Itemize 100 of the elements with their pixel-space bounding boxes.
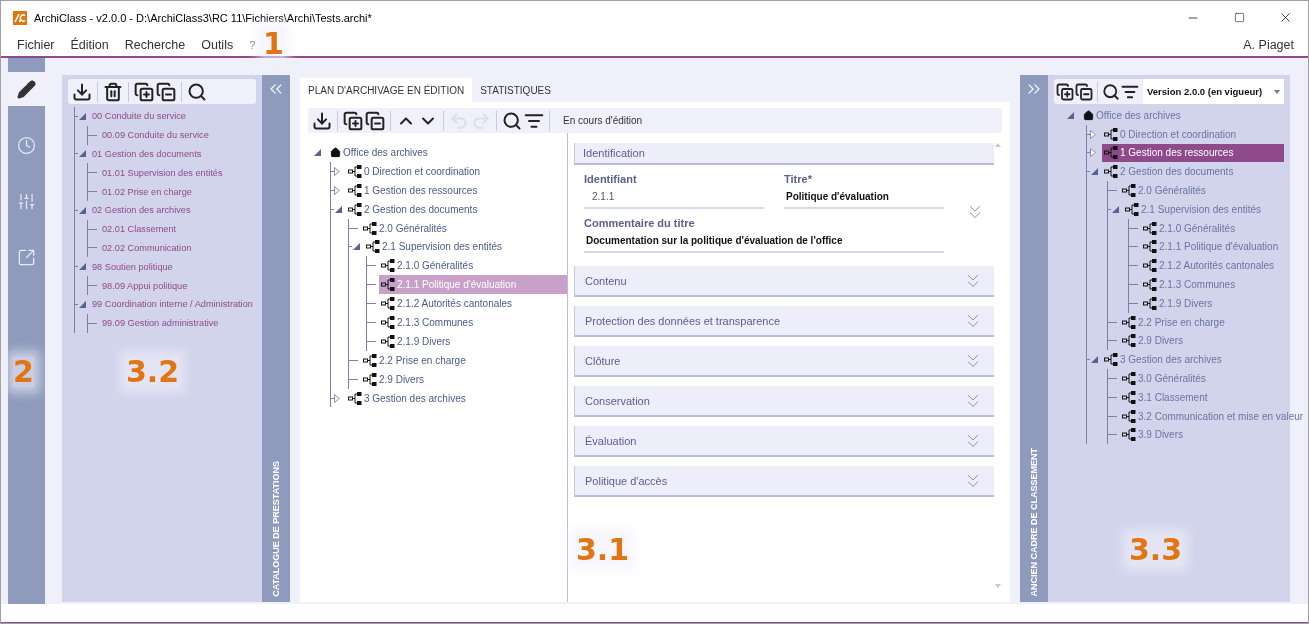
- collapse-all-icon[interactable]: [156, 81, 176, 102]
- hierarchy-icon: [348, 391, 362, 405]
- tree-item[interactable]: 2.9 Divers: [1120, 331, 1284, 351]
- tree-item[interactable]: 2.1.9 Divers: [1141, 293, 1284, 313]
- expand-all-icon[interactable]: [1056, 82, 1074, 101]
- tree-item[interactable]: 2.2 Prise en charge: [1120, 312, 1284, 332]
- tree-item[interactable]: 2.0 Généralités: [1120, 181, 1284, 200]
- tree-item[interactable]: 01 Gestion des documents: [90, 144, 256, 164]
- tree-item[interactable]: 2.1.3 Communes: [379, 313, 567, 332]
- collapse-all-icon[interactable]: [1075, 82, 1093, 101]
- hierarchy-icon: [1122, 372, 1136, 386]
- tree-item[interactable]: 2.2 Prise en charge: [361, 350, 567, 370]
- sliders-icon: [17, 191, 36, 211]
- tree-item[interactable]: 2 Gestion des documents: [346, 199, 567, 219]
- tree-item[interactable]: 01.02 Prise en charge: [100, 182, 256, 201]
- tree-item[interactable]: 3.0 Généralités: [1120, 369, 1284, 388]
- collapsed-arrow-icon[interactable]: [1090, 148, 1096, 158]
- tree-item[interactable]: Office des archives: [1081, 106, 1284, 125]
- tree-item[interactable]: 2.1.2 Autorités cantonales: [379, 294, 567, 313]
- section-header[interactable]: Conservation: [574, 386, 994, 417]
- expand-all-icon[interactable]: [134, 81, 154, 102]
- download-icon[interactable]: [312, 110, 332, 131]
- tree-item[interactable]: 2.1.1 Politique d'évaluation: [1141, 237, 1284, 257]
- version-dropdown[interactable]: Version 2.0.0 (en vigueur): [1143, 79, 1284, 104]
- collapsed-arrow-icon[interactable]: [334, 185, 340, 195]
- tree-item[interactable]: 3.9 Divers: [1120, 425, 1284, 445]
- download-icon[interactable]: [72, 81, 92, 102]
- tree-item[interactable]: 2.1.0 Généralités: [379, 256, 567, 276]
- expanded-arrow-icon[interactable]: [1111, 205, 1120, 213]
- expanded-arrow-icon[interactable]: [78, 150, 87, 158]
- tree-item[interactable]: 2.1 Supervision des entités: [364, 237, 567, 257]
- tree-item[interactable]: 98 Soutien politique: [90, 257, 256, 277]
- collapse-all-icon[interactable]: [365, 110, 385, 131]
- expanded-arrow-icon[interactable]: [1090, 356, 1099, 364]
- tree-item[interactable]: 99.09 Gestion administrative: [100, 313, 256, 333]
- window-title: ArchiClass - v2.0.0 - D:\ArchiClass3\RC 11\Fichiers\Archi\Tests.archi*: [34, 11, 372, 24]
- tree-item[interactable]: 00 Conduite du service: [90, 107, 256, 126]
- expanded-arrow-icon[interactable]: [78, 112, 87, 120]
- tree-item[interactable]: 2.0 Généralités: [361, 218, 567, 238]
- hierarchy-icon: [363, 221, 377, 235]
- expanded-arrow-icon[interactable]: [313, 148, 322, 156]
- expanded-arrow-icon[interactable]: [78, 206, 87, 214]
- menu-item[interactable]: Fichier: [9, 38, 63, 52]
- hierarchy-icon: [1143, 259, 1157, 273]
- expanded-arrow-icon[interactable]: [352, 243, 361, 251]
- tree-item[interactable]: 2.1.0 Généralités: [1141, 218, 1284, 238]
- menu-item[interactable]: Recherche: [116, 38, 194, 52]
- tree-item[interactable]: 2.1.2 Autorités cantonales: [1141, 256, 1284, 276]
- menu-item[interactable]: Outils: [193, 38, 242, 52]
- expand-all-icon[interactable]: [343, 110, 363, 131]
- tree-item[interactable]: 2.1 Supervision des entités: [1123, 200, 1284, 219]
- tree-item[interactable]: 3 Gestion des archives: [346, 388, 567, 408]
- section-header[interactable]: Clôture: [574, 346, 994, 377]
- tree-item[interactable]: 2.1.9 Divers: [379, 331, 567, 351]
- panel-title: CATALOGUE DE PRESTATIONS: [271, 461, 281, 597]
- collapsed-arrow-icon[interactable]: [334, 393, 340, 403]
- text-field[interactable]: Documentation sur la politique d'évaluation de l'office: [584, 235, 944, 253]
- tree-item[interactable]: 2.9 Divers: [361, 369, 567, 389]
- tree-item[interactable]: 98.09 Appui politique: [100, 276, 256, 295]
- tree-item[interactable]: 2 Gestion des documents: [1102, 162, 1284, 182]
- tree-item[interactable]: Office des archives: [328, 143, 567, 162]
- collapsed-arrow-icon[interactable]: [334, 166, 340, 176]
- tree-item[interactable]: 0 Direction et coordination: [346, 161, 567, 181]
- external-link-icon: [17, 247, 36, 267]
- tree-item[interactable]: 2.1.3 Communes: [1141, 275, 1284, 294]
- tree-item[interactable]: 02 Gestion des archives: [90, 201, 256, 220]
- section-header[interactable]: Politique d'accès: [574, 466, 994, 497]
- tree-item[interactable]: 99 Coordination interne / Administration: [90, 294, 256, 314]
- tree-item[interactable]: 01.01 Supervision des entités: [100, 163, 256, 183]
- expanded-arrow-icon[interactable]: [1090, 168, 1099, 176]
- trash-icon[interactable]: [103, 81, 123, 102]
- expanded-arrow-icon[interactable]: [334, 205, 343, 213]
- maximize-icon[interactable]: [1233, 12, 1245, 23]
- expanded-arrow-icon[interactable]: [78, 300, 87, 308]
- tree-item[interactable]: 02.02 Communication: [100, 238, 256, 258]
- tree-item[interactable]: 3 Gestion des archives: [1102, 350, 1284, 370]
- collapsed-arrow-icon[interactable]: [1090, 129, 1096, 139]
- tree-item[interactable]: 0 Direction et coordination: [1102, 124, 1284, 144]
- hierarchy-icon: [381, 278, 395, 292]
- hierarchy-icon: [348, 183, 362, 197]
- tree-item[interactable]: 3.2 Communication et mise en valeur: [1120, 406, 1306, 426]
- text-field[interactable]: Politique d'évaluation: [784, 191, 944, 209]
- tree-item[interactable]: 1 Gestion des ressources: [346, 180, 567, 200]
- section-header[interactable]: Évaluation: [574, 426, 994, 457]
- tree-item[interactable]: 3.1 Classement: [1120, 387, 1284, 407]
- section-header[interactable]: Protection des données et transparence: [574, 306, 994, 337]
- tree-item[interactable]: 1 Gestion des ressources: [1102, 143, 1284, 163]
- expanded-arrow-icon[interactable]: [1066, 111, 1075, 119]
- search-icon[interactable]: [502, 110, 522, 131]
- tab[interactable]: PLAN D'ARCHIVAGE EN ÉDITION: [300, 78, 473, 102]
- tree-item[interactable]: 00.09 Conduite du service: [100, 125, 256, 145]
- section-header[interactable]: Contenu: [574, 266, 994, 297]
- tree-item[interactable]: 02.01 Classement: [100, 219, 256, 239]
- menu-item[interactable]: ?: [241, 39, 264, 51]
- search-icon[interactable]: [1102, 82, 1120, 101]
- expanded-arrow-icon[interactable]: [78, 263, 87, 271]
- menu-item[interactable]: Édition: [62, 38, 117, 52]
- search-icon[interactable]: [187, 81, 207, 102]
- tab[interactable]: STATISTIQUES: [472, 78, 559, 102]
- section-header[interactable]: Identification: [574, 143, 994, 165]
